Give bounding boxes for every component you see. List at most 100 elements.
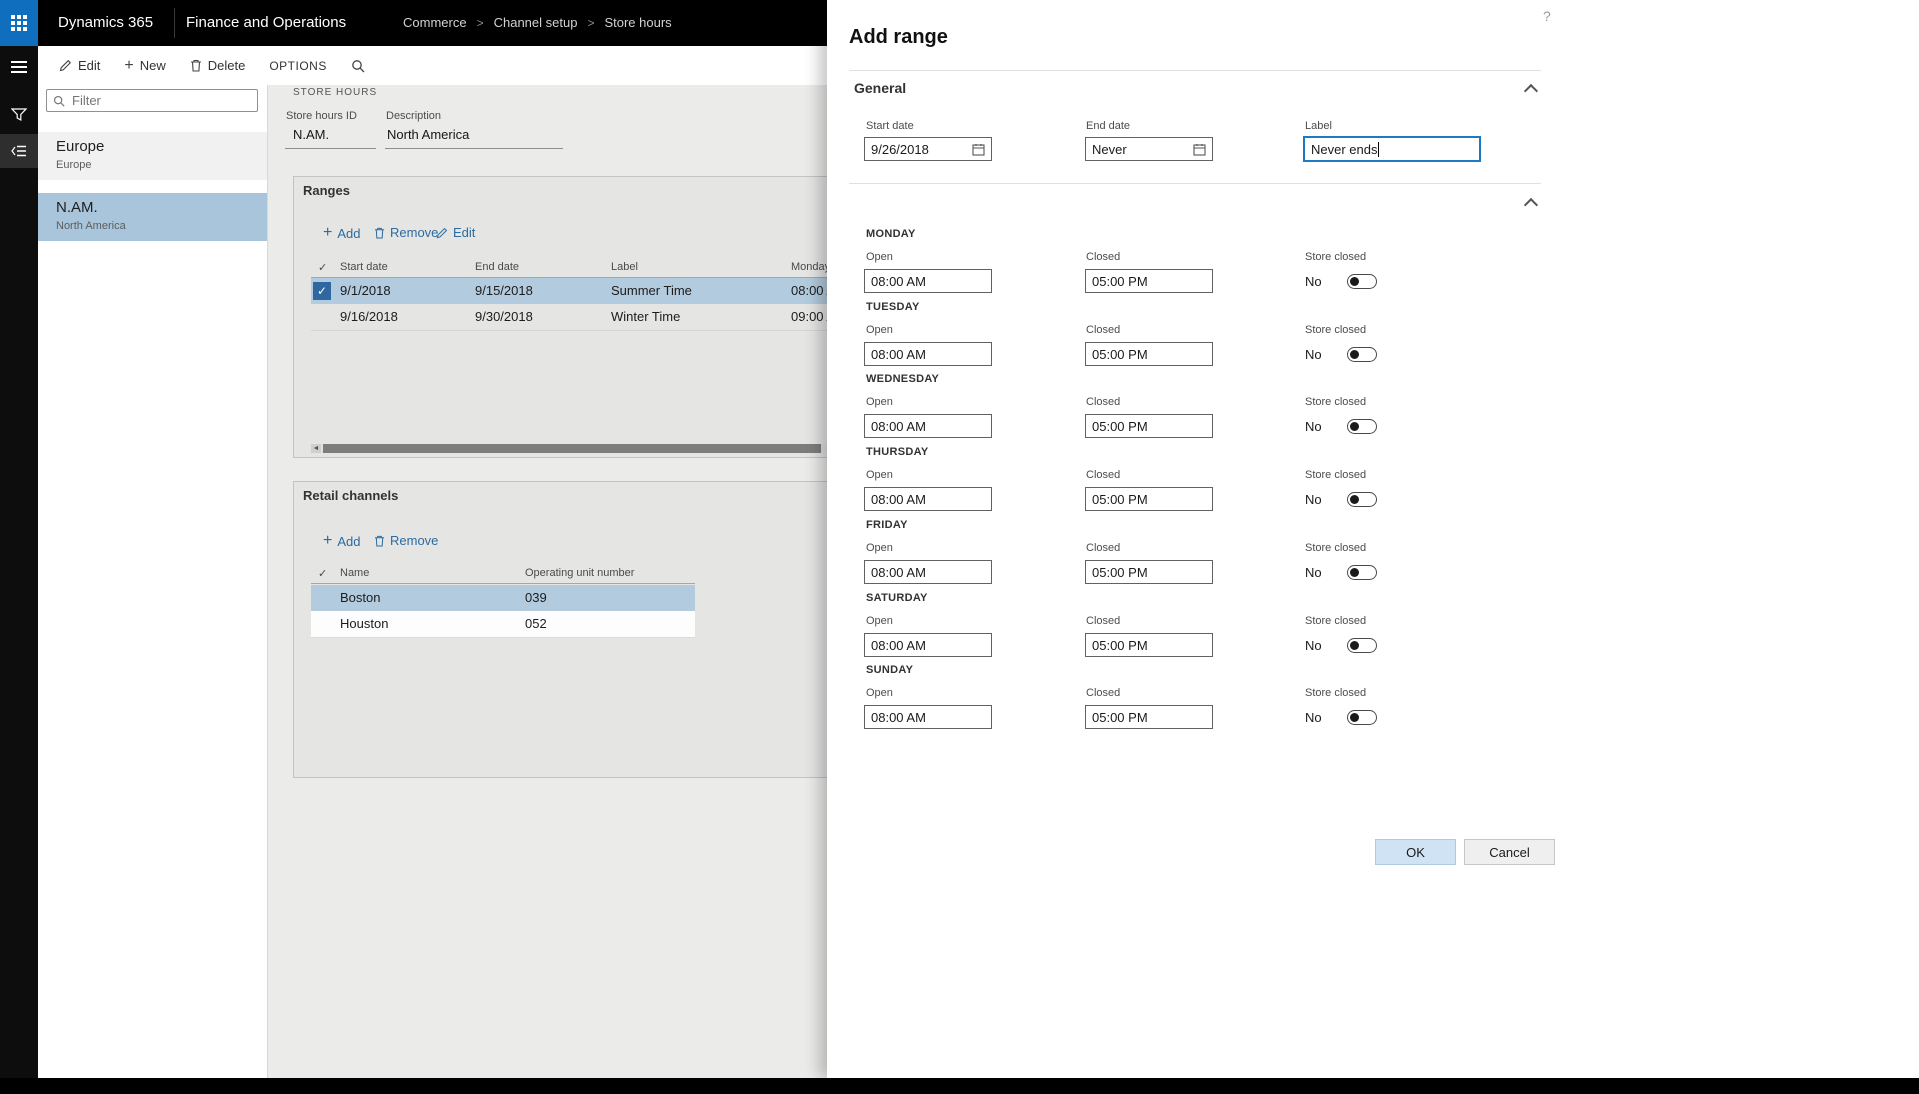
toggle-knob-icon <box>1350 568 1359 577</box>
channel-row-selected[interactable]: Boston 039 <box>311 585 695 611</box>
store-hours-id-value: N.AM. <box>293 127 329 142</box>
cancel-button[interactable]: Cancel <box>1464 839 1555 865</box>
hamburger-menu-button[interactable] <box>0 50 38 84</box>
scrollbar-thumb[interactable] <box>323 444 821 453</box>
toggle-knob-icon <box>1350 713 1359 722</box>
sidepane-toggle-button[interactable] <box>0 134 38 168</box>
column-header-monday[interactable]: Monday <box>791 261 830 273</box>
column-header-name[interactable]: Name <box>340 567 369 579</box>
app-launcher-button[interactable] <box>0 0 38 46</box>
open-time-input[interactable]: 08:00 AM <box>864 633 992 657</box>
day-label: TUESDAY <box>866 301 920 313</box>
calendar-icon[interactable] <box>972 143 985 156</box>
filter-nav-button[interactable] <box>0 98 38 132</box>
calendar-icon[interactable] <box>1193 143 1206 156</box>
open-time-value: 08:00 AM <box>871 565 985 580</box>
plus-icon: + <box>323 225 332 241</box>
store-closed-toggle[interactable] <box>1347 638 1377 653</box>
ranges-add-button[interactable]: + Add <box>323 225 360 241</box>
breadcrumb: Commerce > Channel setup > Store hours <box>403 0 672 46</box>
product-title[interactable]: Dynamics 365 <box>58 0 153 46</box>
closed-time-input[interactable]: 05:00 PM <box>1085 269 1213 293</box>
page-caption: STORE HOURS <box>293 87 377 98</box>
store-hours-id-label: Store hours ID <box>286 110 357 122</box>
scroll-left-arrow[interactable]: ◄ <box>311 444 321 453</box>
description-field[interactable]: North America <box>385 127 563 149</box>
column-header-start-date[interactable]: Start date <box>340 261 388 273</box>
plus-icon: + <box>124 58 133 74</box>
delete-label: Delete <box>208 58 246 73</box>
app-title[interactable]: Finance and Operations <box>186 0 346 46</box>
list-item-europe[interactable]: Europe Europe <box>38 132 267 180</box>
channels-add-button[interactable]: + Add <box>323 533 360 549</box>
store-closed-toggle[interactable] <box>1347 710 1377 725</box>
cell-start-date: 9/16/2018 <box>340 304 398 330</box>
toggle-knob-icon <box>1350 277 1359 286</box>
list-item-nam[interactable]: N.AM. North America <box>38 193 267 241</box>
cell-name: Houston <box>340 611 388 637</box>
cell-label: Winter Time <box>611 304 680 330</box>
store-closed-toggle[interactable] <box>1347 565 1377 580</box>
retail-channels-title: Retail channels <box>303 488 398 503</box>
ranges-edit-button[interactable]: Edit <box>436 225 475 240</box>
delete-button[interactable]: Delete <box>190 58 246 73</box>
ranges-remove-button[interactable]: Remove <box>374 225 438 240</box>
filter-input[interactable] <box>70 92 251 109</box>
store-closed-label: Store closed <box>1305 687 1366 699</box>
edit-label: Edit <box>453 225 475 240</box>
collapse-days-icon[interactable] <box>1524 198 1538 212</box>
open-time-input[interactable]: 08:00 AM <box>864 487 992 511</box>
day-label: MONDAY <box>866 228 916 240</box>
breadcrumb-channel-setup[interactable]: Channel setup <box>494 0 578 46</box>
flyout-title: Add range <box>849 26 948 49</box>
closed-time-input[interactable]: 05:00 PM <box>1085 633 1213 657</box>
column-header-label[interactable]: Label <box>611 261 638 273</box>
channels-remove-button[interactable]: Remove <box>374 533 438 548</box>
breadcrumb-commerce[interactable]: Commerce <box>403 0 467 46</box>
cell-unit: 052 <box>525 611 547 637</box>
edit-button[interactable]: Edit <box>59 58 100 73</box>
closed-label: Closed <box>1086 542 1120 554</box>
options-menu-button[interactable]: OPTIONS <box>269 59 327 73</box>
hamburger-icon <box>11 61 27 73</box>
plus-icon: + <box>323 533 332 549</box>
filter-box[interactable] <box>46 89 258 112</box>
label-label: Label <box>1305 120 1332 132</box>
closed-time-input[interactable]: 05:00 PM <box>1085 342 1213 366</box>
help-icon[interactable]: ? <box>1543 8 1551 24</box>
open-time-input[interactable]: 08:00 AM <box>864 269 992 293</box>
start-date-input[interactable]: 9/26/2018 <box>864 137 992 161</box>
store-closed-label: Store closed <box>1305 324 1366 336</box>
closed-time-input[interactable]: 05:00 PM <box>1085 487 1213 511</box>
end-date-input[interactable]: Never <box>1085 137 1213 161</box>
store-closed-value: No <box>1305 565 1322 580</box>
store-hours-id-field[interactable]: N.AM. <box>285 127 376 149</box>
open-time-input[interactable]: 08:00 AM <box>864 560 992 584</box>
open-time-input[interactable]: 08:00 AM <box>864 414 992 438</box>
open-label: Open <box>866 542 893 554</box>
row-check-icon[interactable]: ✓ <box>313 282 331 300</box>
closed-time-input[interactable]: 05:00 PM <box>1085 560 1213 584</box>
collapse-general-icon[interactable] <box>1524 84 1538 98</box>
topbar-divider <box>174 8 175 38</box>
store-closed-toggle[interactable] <box>1347 492 1377 507</box>
store-closed-value: No <box>1305 347 1322 362</box>
toggle-knob-icon <box>1350 350 1359 359</box>
column-header-end-date[interactable]: End date <box>475 261 519 273</box>
store-closed-toggle[interactable] <box>1347 274 1377 289</box>
ok-button[interactable]: OK <box>1375 839 1456 865</box>
add-range-flyout: Add range ? General Start date 9/26/2018… <box>827 0 1919 1078</box>
store-closed-toggle[interactable] <box>1347 419 1377 434</box>
closed-time-input[interactable]: 05:00 PM <box>1085 414 1213 438</box>
open-time-input[interactable]: 08:00 AM <box>864 705 992 729</box>
breadcrumb-store-hours[interactable]: Store hours <box>604 0 671 46</box>
store-closed-toggle[interactable] <box>1347 347 1377 362</box>
toolbar-search-button[interactable] <box>351 59 365 73</box>
channel-row[interactable]: Houston 052 <box>311 611 695 638</box>
closed-time-input[interactable]: 05:00 PM <box>1085 705 1213 729</box>
store-closed-value: No <box>1305 492 1322 507</box>
open-time-input[interactable]: 08:00 AM <box>864 342 992 366</box>
column-header-operating-unit[interactable]: Operating unit number <box>525 567 634 579</box>
label-input[interactable]: Never ends <box>1303 136 1481 162</box>
new-button[interactable]: + New <box>124 58 165 74</box>
